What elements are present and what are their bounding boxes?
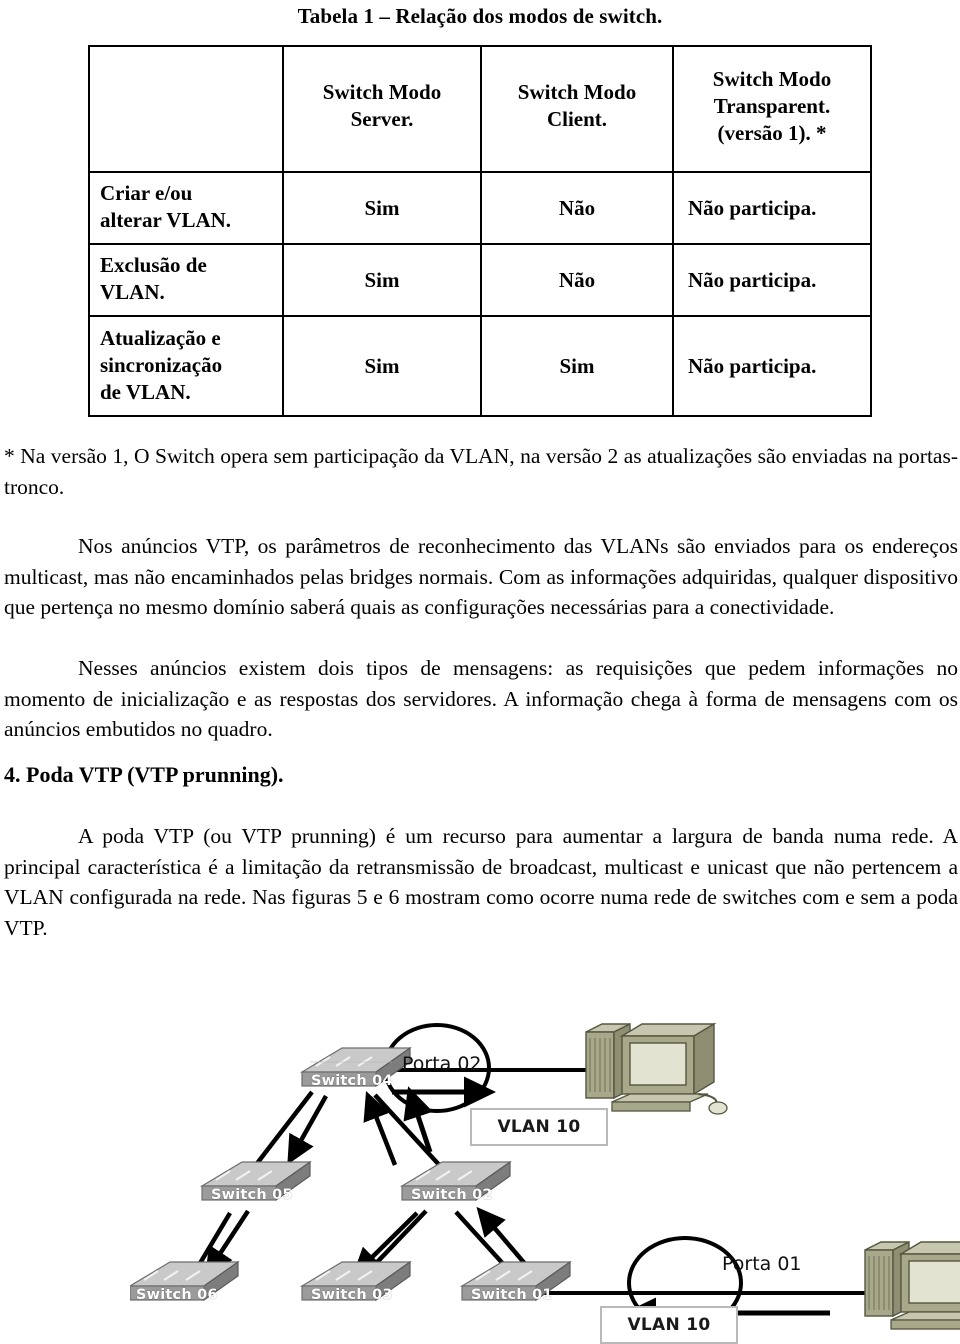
switch-label-switch06: Switch 06 bbox=[136, 1287, 218, 1303]
row-label-line3: de VLAN. bbox=[100, 379, 191, 404]
row-label-line2: sincronização bbox=[100, 352, 223, 377]
switch-label-switch04: Switch 04 bbox=[311, 1073, 393, 1089]
row-label-criar-alterar-vlan: Criar e/ou alterar VLAN. bbox=[88, 171, 284, 245]
header-transparent-line2: Transparent. bbox=[713, 93, 831, 118]
header-transparent-line1: Switch Modo bbox=[712, 66, 832, 91]
cell-criar-client: Não bbox=[480, 171, 674, 245]
header-server-line2: Server. bbox=[350, 107, 414, 131]
switch-label-switch03: Switch 03 bbox=[311, 1287, 393, 1303]
link-switch02-switch04 bbox=[363, 1090, 398, 1166]
table-header-transparent: Switch Modo Transparent. (versão 1). * bbox=[672, 45, 872, 173]
header-server-line1: Switch Modo bbox=[322, 80, 442, 104]
paragraph-nesses-anuncios: Nesses anúncios existem dois tipos de me… bbox=[4, 656, 958, 741]
table-header-corner bbox=[88, 45, 284, 173]
table-header-row: Switch Modo Server. Switch Modo Client. … bbox=[88, 45, 872, 173]
switch-label-switch02: Switch 02 bbox=[411, 1187, 493, 1203]
table-row: Exclusão de VLAN. Sim Não Não participa. bbox=[88, 243, 872, 317]
row-label-line1: Atualização e bbox=[100, 325, 221, 350]
computer-icon-pc-bottom bbox=[864, 1240, 960, 1330]
table-row: Criar e/ou alterar VLAN. Sim Não Não par… bbox=[88, 171, 872, 245]
footnote-text: * Na versão 1, O Switch opera sem partic… bbox=[4, 444, 958, 499]
cell-exclusao-client: Não bbox=[480, 243, 674, 317]
port-label-porta01: Porta 01 bbox=[722, 1253, 802, 1275]
row-label-atualizacao-sincronizacao-vlan: Atualização e sincronização de VLAN. bbox=[88, 315, 284, 417]
table-caption: Tabela 1 – Relação dos modos de switch. bbox=[297, 4, 663, 28]
computer-icon-pc-top bbox=[585, 1022, 728, 1115]
row-label-line2: alterar VLAN. bbox=[100, 208, 232, 232]
section-heading-poda-vtp: 4. Poda VTP (VTP prunning). bbox=[4, 762, 284, 787]
row-label-line1: Criar e/ou bbox=[100, 181, 193, 205]
table-header-server: Switch Modo Server. bbox=[282, 45, 482, 173]
switch-modes-table: Switch Modo Server. Switch Modo Client. … bbox=[88, 45, 872, 417]
header-client-line2: Client. bbox=[546, 107, 608, 131]
link-switch04-switch05 bbox=[287, 1094, 328, 1165]
cell-atualizacao-transparent: Não participa. bbox=[672, 315, 872, 417]
header-client-line1: Switch Modo bbox=[517, 80, 637, 104]
switch-label-switch01: Switch 01 bbox=[471, 1287, 553, 1303]
network-diagram: Switch 04 Switch 05 Switch 02 Switch 06 … bbox=[130, 1000, 960, 1344]
cell-exclusao-transparent: Não participa. bbox=[672, 243, 872, 317]
row-label-line2: VLAN. bbox=[100, 280, 165, 304]
row-label-line1: Exclusão de bbox=[100, 253, 207, 277]
paragraph-poda-vtp: A poda VTP (ou VTP prunning) é um recurs… bbox=[4, 824, 958, 940]
cell-criar-server: Sim bbox=[282, 171, 482, 245]
vlan-tag-bottom: VLAN 10 bbox=[600, 1306, 738, 1344]
cell-atualizacao-client: Sim bbox=[480, 315, 674, 417]
header-transparent-line3: (versão 1). * bbox=[717, 120, 827, 145]
port-label-porta02: Porta 02 bbox=[402, 1053, 482, 1075]
link-switch05-switch04 bbox=[253, 1090, 314, 1168]
switch-label-switch05: Switch 05 bbox=[211, 1187, 293, 1203]
cell-criar-transparent: Não participa. bbox=[672, 171, 872, 245]
cell-exclusao-server: Sim bbox=[282, 243, 482, 317]
row-label-exclusao-vlan: Exclusão de VLAN. bbox=[88, 243, 284, 317]
cell-atualizacao-server: Sim bbox=[282, 315, 482, 417]
table-row: Atualização e sincronização de VLAN. Sim… bbox=[88, 315, 872, 417]
paragraph-anuncios-vtp: Nos anúncios VTP, os parâmetros de recon… bbox=[4, 534, 958, 619]
switch-modes-table-wrapper: Switch Modo Server. Switch Modo Client. … bbox=[88, 45, 872, 417]
vlan-tag-top: VLAN 10 bbox=[470, 1108, 608, 1146]
table-header-client: Switch Modo Client. bbox=[480, 45, 674, 173]
